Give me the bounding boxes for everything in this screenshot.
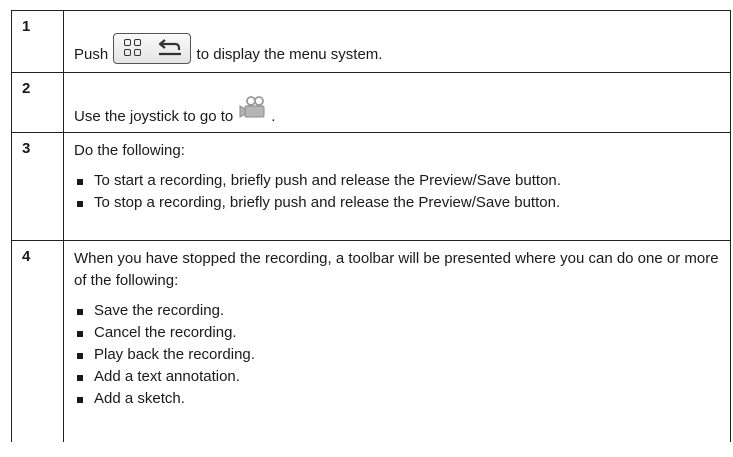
step-content: Push to display the menu system. bbox=[63, 10, 731, 73]
menu-grid-icon bbox=[124, 39, 142, 57]
step-intro: When you have stopped the recording, a t… bbox=[74, 250, 719, 289]
bullet-list: Save the recording. Cancel the recording… bbox=[74, 300, 721, 410]
step-number-cell: 4 bbox=[11, 240, 64, 442]
step-text-before: Use the joystick to go to bbox=[74, 108, 234, 125]
steps-table: 1 Push to display the menu system. 2 Use… bbox=[11, 10, 731, 442]
step-number: 1 bbox=[22, 18, 31, 35]
step-text: Use the joystick to go to . bbox=[74, 95, 721, 128]
list-item: To stop a recording, briefly push and re… bbox=[74, 192, 721, 214]
step-text-before: Push bbox=[74, 46, 109, 63]
step-text-after: to display the menu system. bbox=[196, 46, 383, 63]
list-item: Play back the recording. bbox=[74, 344, 721, 366]
list-item: To start a recording, briefly push and r… bbox=[74, 170, 721, 192]
step-content: Do the following: To start a recording, … bbox=[63, 132, 731, 241]
step-text-after: . bbox=[271, 108, 276, 125]
step-number: 4 bbox=[22, 248, 31, 265]
step-number-cell: 3 bbox=[11, 132, 64, 241]
step-row-4: 4 When you have stopped the recording, a… bbox=[11, 240, 731, 442]
list-item: Add a text annotation. bbox=[74, 366, 721, 388]
step-intro: Do the following: bbox=[74, 142, 185, 159]
menu-back-button-icon bbox=[113, 33, 192, 64]
step-number: 3 bbox=[22, 140, 31, 157]
step-number: 2 bbox=[22, 80, 31, 97]
step-row-1: 1 Push to display the menu system. bbox=[11, 10, 731, 73]
list-item: Cancel the recording. bbox=[74, 322, 721, 344]
step-number-cell: 1 bbox=[11, 10, 64, 73]
bullet-list: To start a recording, briefly push and r… bbox=[74, 170, 721, 214]
step-number-cell: 2 bbox=[11, 72, 64, 133]
back-arrow-icon bbox=[159, 39, 182, 56]
step-row-3: 3 Do the following: To start a recording… bbox=[11, 132, 731, 241]
list-item: Add a sketch. bbox=[74, 388, 721, 410]
step-content: Use the joystick to go to . bbox=[63, 72, 731, 133]
list-item: Save the recording. bbox=[74, 300, 721, 322]
step-content: When you have stopped the recording, a t… bbox=[63, 240, 731, 442]
step-row-2: 2 Use the joystick to go to . bbox=[11, 72, 731, 133]
video-camera-icon bbox=[239, 96, 265, 118]
step-text: Push to display the menu system. bbox=[74, 33, 721, 66]
